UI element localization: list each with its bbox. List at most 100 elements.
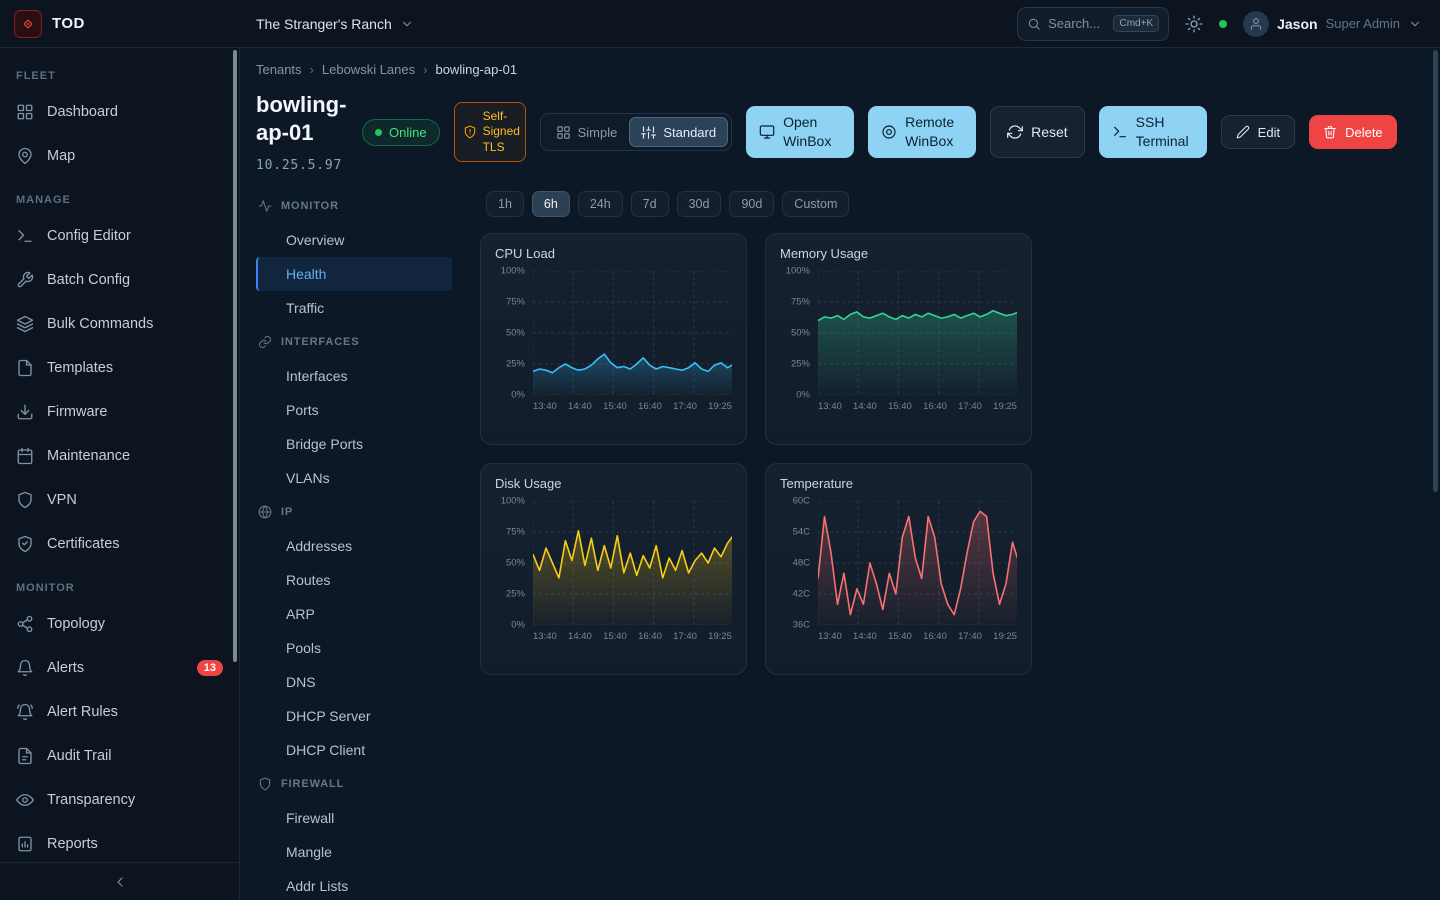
subnav-item-dhcp-client[interactable]: DHCP Client [256, 733, 452, 767]
page-scrollbar[interactable] [1433, 50, 1438, 492]
subnav-item-firewall[interactable]: Firewall [256, 801, 452, 835]
subnav-item-pools[interactable]: Pools [256, 631, 452, 665]
y-tick-label: 0% [511, 390, 525, 401]
x-tick-label: 15:40 [603, 631, 627, 642]
sidebar-item-transparency[interactable]: Transparency [0, 778, 239, 822]
chevron-left-icon [112, 874, 128, 890]
breadcrumb-item[interactable]: Tenants [256, 62, 302, 77]
sidebar-item-label: Batch Config [47, 272, 130, 288]
subnav-item-interfaces[interactable]: Interfaces [256, 359, 452, 393]
breadcrumb-separator: › [423, 62, 427, 77]
y-tick-label: 75% [791, 297, 810, 308]
search-input[interactable] [1048, 16, 1106, 31]
refresh-icon [1007, 124, 1023, 140]
status-badge: Online [362, 119, 440, 146]
sidebar-item-maintenance[interactable]: Maintenance [0, 434, 239, 478]
subnav-item-traffic[interactable]: Traffic [256, 291, 452, 325]
terminal-icon [1112, 124, 1128, 140]
sidebar-item-config-editor[interactable]: Config Editor [0, 214, 239, 258]
breadcrumb-item[interactable]: Lebowski Lanes [322, 62, 415, 77]
time-range-7d[interactable]: 7d [631, 191, 669, 217]
connection-status-dot [1219, 20, 1227, 28]
breadcrumb-item[interactable]: bowling-ap-01 [435, 62, 517, 77]
subnav-item-mangle[interactable]: Mangle [256, 835, 452, 869]
x-tick-label: 15:40 [888, 401, 912, 412]
charts-grid: CPU Load100%75%50%25%0%13:4014:4015:4016… [480, 233, 1032, 675]
sidebar: FLEETDashboardMapMANAGEConfig EditorBatc… [0, 48, 240, 900]
x-tick-label: 14:40 [853, 401, 877, 412]
x-axis: 13:4014:4015:4016:4017:4019:25 [818, 401, 1017, 412]
topology-icon [16, 615, 34, 633]
remote-winbox-label: Remote WinBox [905, 113, 963, 151]
wrench-icon [16, 271, 34, 289]
ssh-terminal-button[interactable]: SSH Terminal [1099, 106, 1207, 158]
sidebar-item-templates[interactable]: Templates [0, 346, 239, 390]
reset-button[interactable]: Reset [990, 106, 1085, 158]
y-tick-label: 0% [511, 620, 525, 631]
sidebar-item-dashboard[interactable]: Dashboard [0, 90, 239, 134]
time-range-30d[interactable]: 30d [677, 191, 722, 217]
sidebar-item-audit-trail[interactable]: Audit Trail [0, 734, 239, 778]
x-tick-label: 16:40 [923, 631, 947, 642]
sidebar-nav: FLEETDashboardMapMANAGEConfig EditorBatc… [0, 48, 239, 862]
sidebar-footer [0, 862, 239, 900]
x-axis: 13:4014:4015:4016:4017:4019:25 [533, 631, 732, 642]
time-range-6h[interactable]: 6h [532, 191, 570, 217]
tenant-selector[interactable]: The Stranger's Ranch [256, 16, 414, 32]
subnav-item-bridge-ports[interactable]: Bridge Ports [256, 427, 452, 461]
sidebar-item-label: Templates [47, 360, 113, 376]
sidebar-collapse-button[interactable] [112, 874, 128, 890]
subnav-item-health[interactable]: Health [256, 257, 452, 291]
device-subnav: MONITOROverviewHealthTrafficINTERFACESIn… [256, 189, 452, 900]
time-range-90d[interactable]: 90d [729, 191, 774, 217]
sidebar-item-label: Dashboard [47, 104, 118, 120]
time-range-24h[interactable]: 24h [578, 191, 623, 217]
sidebar-item-vpn[interactable]: VPN [0, 478, 239, 522]
y-tick-label: 50% [791, 328, 810, 339]
app-root: TOD The Stranger's Ranch Cmd+K Jason Sup… [0, 0, 1440, 900]
mode-option-standard[interactable]: Standard [629, 117, 728, 147]
x-tick-label: 19:25 [993, 631, 1017, 642]
open-winbox-button[interactable]: Open WinBox [746, 106, 854, 158]
remote-winbox-button[interactable]: Remote WinBox [868, 106, 976, 158]
dashboard-icon [16, 103, 34, 121]
sidebar-scrollbar[interactable] [233, 50, 237, 662]
mode-option-simple[interactable]: Simple [544, 117, 630, 147]
status-label: Online [389, 125, 427, 140]
activity-icon [258, 199, 272, 213]
subnav-item-overview[interactable]: Overview [256, 223, 452, 257]
subnav-item-vlans[interactable]: VLANs [256, 461, 452, 495]
subnav-item-routes[interactable]: Routes [256, 563, 452, 597]
device-title-block: bowling-ap-01 10.25.5.97 [256, 91, 348, 173]
delete-button[interactable]: Delete [1309, 115, 1397, 149]
time-range-1h[interactable]: 1h [486, 191, 524, 217]
sidebar-item-certificates[interactable]: Certificates [0, 522, 239, 566]
subnav-item-arp[interactable]: ARP [256, 597, 452, 631]
memory-usage-plot [818, 271, 1017, 395]
grid-icon [556, 125, 571, 140]
tls-warning-badge: Self-Signed TLS [454, 102, 526, 163]
user-menu[interactable]: Jason Super Admin [1243, 11, 1422, 37]
y-tick-label: 60C [793, 496, 810, 507]
sidebar-item-alerts[interactable]: Alerts13 [0, 646, 239, 690]
sidebar-item-batch-config[interactable]: Batch Config [0, 258, 239, 302]
x-axis: 13:4014:4015:4016:4017:4019:25 [533, 401, 732, 412]
subnav-item-ports[interactable]: Ports [256, 393, 452, 427]
sidebar-item-bulk-commands[interactable]: Bulk Commands [0, 302, 239, 346]
chart-card-memory-usage: Memory Usage100%75%50%25%0%13:4014:4015:… [765, 233, 1032, 445]
theme-toggle-button[interactable] [1185, 15, 1203, 33]
sidebar-item-map[interactable]: Map [0, 134, 239, 178]
calendar-icon [16, 447, 34, 465]
edit-button[interactable]: Edit [1221, 115, 1295, 149]
sidebar-item-alert-rules[interactable]: Alert Rules [0, 690, 239, 734]
subnav-item-dns[interactable]: DNS [256, 665, 452, 699]
y-tick-label: 75% [506, 297, 525, 308]
subnav-item-addresses[interactable]: Addresses [256, 529, 452, 563]
subnav-item-dhcp-server[interactable]: DHCP Server [256, 699, 452, 733]
time-range-custom[interactable]: Custom [782, 191, 849, 217]
subnav-item-addr-lists[interactable]: Addr Lists [256, 869, 452, 900]
sidebar-item-reports[interactable]: Reports [0, 822, 239, 862]
sidebar-item-firmware[interactable]: Firmware [0, 390, 239, 434]
sidebar-item-topology[interactable]: Topology [0, 602, 239, 646]
search-box[interactable]: Cmd+K [1017, 7, 1169, 41]
